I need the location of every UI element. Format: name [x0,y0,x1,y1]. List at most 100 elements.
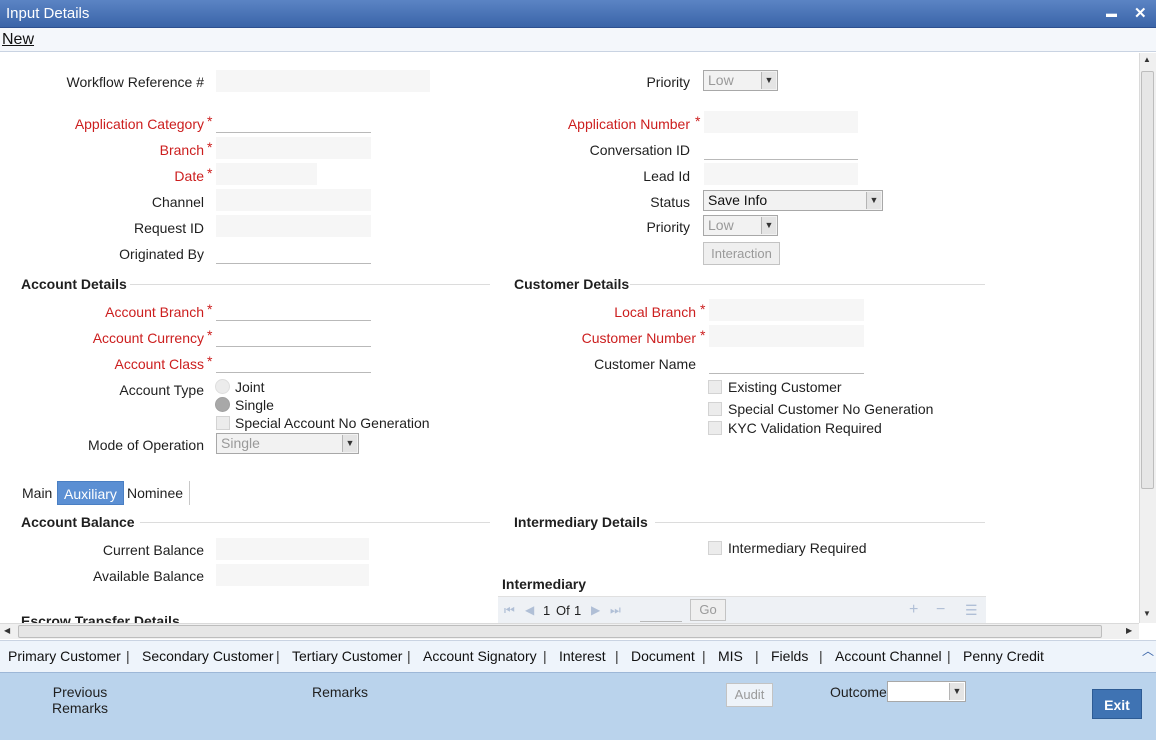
single-radio-label: Single [235,397,274,413]
account-branch-field[interactable] [216,299,371,321]
intermediary-required-checkbox[interactable] [708,541,722,555]
interaction-button[interactable]: Interaction [703,242,780,265]
required-marker: * [207,353,213,369]
previous-page-icon[interactable]: ◀ [525,603,534,617]
workflow-reference-label: Workflow Reference # [66,74,204,90]
outcome-select[interactable]: ▼ [887,681,966,702]
application-number-label: Application Number [567,116,690,132]
vertical-scroll-thumb[interactable] [1141,71,1154,489]
available-balance-field[interactable] [216,564,369,586]
originated-by-field[interactable] [216,242,371,264]
account-branch-label: Account Branch [105,304,204,320]
link-separator: | [702,648,706,664]
previous-remarks-line1: Previous [52,684,108,700]
customer-number-field[interactable] [709,325,864,347]
scroll-right-icon[interactable]: ▶ [1126,626,1132,635]
request-id-field[interactable] [216,215,371,237]
existing-customer-checkbox[interactable] [708,380,722,394]
branch-field[interactable] [216,137,371,159]
link-separator: | [615,648,619,664]
first-page-icon[interactable]: ⏮ [504,603,515,618]
workflow-reference-field[interactable] [216,70,430,92]
status-select[interactable]: Save Info ▼ [703,190,883,211]
special-account-label: Special Account No Generation [235,415,430,431]
link-tertiary-customer[interactable]: Tertiary Customer [292,648,402,664]
previous-remarks-line2: Remarks [51,700,108,716]
required-marker: * [207,301,213,317]
kyc-checkbox[interactable] [708,421,722,435]
local-branch-field[interactable] [709,299,864,321]
exit-button[interactable]: Exit [1092,689,1142,719]
link-mis[interactable]: MIS [718,648,743,664]
chevron-down-icon: ▼ [949,683,964,700]
branch-label: Branch [159,142,204,158]
conversation-id-label: Conversation ID [589,142,690,158]
current-balance-field[interactable] [216,538,369,560]
tab-nominee[interactable]: Nominee [121,481,191,505]
tab-auxiliary[interactable]: Auxiliary [57,481,124,505]
special-account-checkbox[interactable] [216,416,230,430]
link-separator: | [947,648,951,664]
go-button[interactable]: Go [690,599,726,621]
page-number-input[interactable] [640,604,682,622]
remove-row-icon[interactable]: − [936,601,945,619]
date-field[interactable] [216,163,317,185]
tab-main[interactable]: Main [16,481,58,505]
list-icon[interactable]: ☰ [965,602,978,619]
minimize-icon[interactable]: ▬ [1106,8,1117,20]
audit-button[interactable]: Audit [726,683,773,707]
link-separator: | [276,648,280,664]
link-document[interactable]: Document [631,648,695,664]
form-content: Workflow Reference # Application Categor… [0,53,1139,623]
required-marker: * [700,327,706,343]
request-id-label: Request ID [133,220,204,236]
customer-name-field[interactable] [709,352,864,374]
joint-radio[interactable] [215,379,230,394]
collapse-chevron-icon[interactable]: ︿ [1142,642,1154,659]
scroll-up-icon[interactable]: ▲ [1143,55,1151,64]
mode-of-operation-select[interactable]: Single ▼ [216,433,359,454]
section-divider [630,284,985,285]
mode-of-operation-value: Single [221,435,260,451]
horizontal-scroll-thumb[interactable] [18,625,1102,638]
single-radio[interactable] [215,397,230,412]
account-currency-field[interactable] [216,325,371,347]
new-link[interactable]: New [2,31,34,49]
link-interest[interactable]: Interest [559,648,606,664]
last-page-icon[interactable]: ⏭ [610,603,621,618]
link-secondary-customer[interactable]: Secondary Customer [142,648,274,664]
priority2-select[interactable]: Low ▼ [703,215,778,236]
link-account-channel[interactable]: Account Channel [835,648,942,664]
account-class-field[interactable] [216,351,371,373]
priority2-value: Low [708,217,734,233]
channel-field[interactable] [216,189,371,211]
chevron-down-icon: ▼ [866,192,881,209]
window-titlebar [0,0,1156,28]
application-category-field[interactable] [216,111,371,133]
lead-id-field[interactable] [704,163,858,185]
account-currency-label: Account Currency [92,330,204,346]
link-account-signatory[interactable]: Account Signatory [423,648,537,664]
next-page-icon[interactable]: ▶ [591,603,600,617]
priority-label: Priority [646,74,690,90]
mode-of-operation-label: Mode of Operation [88,437,204,453]
special-customer-checkbox[interactable] [708,402,722,416]
priority-select[interactable]: Low ▼ [703,70,778,91]
channel-label: Channel [151,194,204,210]
previous-remarks-label: Previous Remarks [40,684,120,716]
link-primary-customer[interactable]: Primary Customer [8,648,121,664]
local-branch-label: Local Branch [614,304,696,320]
chevron-down-icon: ▼ [342,435,357,452]
conversation-id-field[interactable] [704,138,858,160]
status-label: Status [650,194,690,210]
application-number-field[interactable] [704,111,858,133]
intermediary-heading: Intermediary [502,576,587,592]
link-fields[interactable]: Fields [771,648,808,664]
scroll-down-icon[interactable]: ▼ [1143,609,1151,618]
scroll-left-icon[interactable]: ◀ [4,626,10,635]
link-penny-credit[interactable]: Penny Credit [963,648,1044,664]
horizontal-scrollbar[interactable]: ◀ ▶ [0,623,1139,639]
add-row-icon[interactable]: + [909,601,918,619]
vertical-scrollbar[interactable]: ▲ ▼ [1139,53,1156,623]
close-icon[interactable]: ✕ [1134,4,1147,22]
